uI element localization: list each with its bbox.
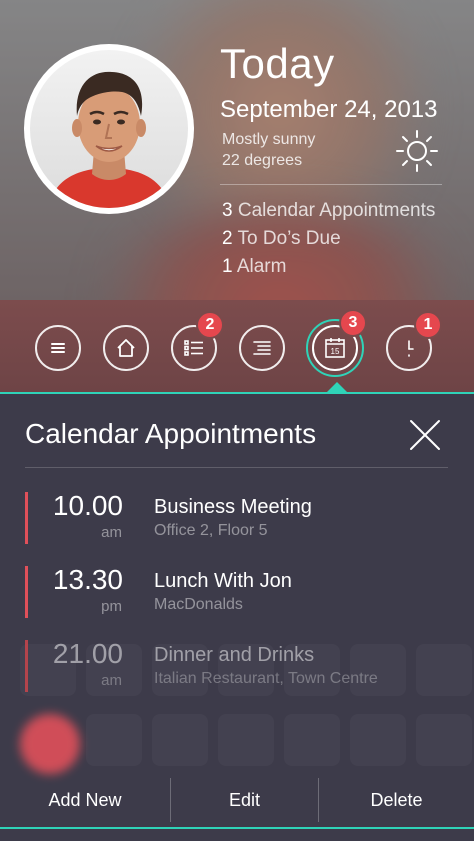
close-icon[interactable] xyxy=(408,418,442,452)
weather-temperature: 22 degrees xyxy=(222,152,303,169)
appointment-place: MacDonalds xyxy=(154,596,243,613)
todo-badge: 2 xyxy=(196,311,224,339)
appointment-ampm: am xyxy=(101,672,122,689)
summary-label: Alarm xyxy=(236,256,287,277)
appointment-title: Lunch With Jon xyxy=(154,570,292,592)
nav-menu-button[interactable] xyxy=(35,325,81,371)
appointment-item[interactable]: 13.30 pm Lunch With Jon MacDonalds xyxy=(25,564,445,618)
bottom-accent-line xyxy=(0,827,474,829)
sun-icon xyxy=(396,130,438,172)
alarm-badge: 1 xyxy=(414,311,442,339)
appointment-place: Office 2, Floor 5 xyxy=(154,522,268,539)
nav-home-button[interactable] xyxy=(103,325,149,371)
action-bar: Add New Edit Delete xyxy=(0,778,474,822)
nav-notes-button[interactable] xyxy=(239,325,285,371)
summary-count: 2 xyxy=(222,228,233,249)
appointments-panel: Calendar Appointments 10.00 am Business … xyxy=(0,394,474,841)
todo-list-icon xyxy=(184,340,203,356)
current-date: September 24, 2013 xyxy=(220,96,438,123)
calendar-day-number: 15 xyxy=(331,347,340,356)
appointment-time: 21.00 xyxy=(52,638,123,669)
menu-icon xyxy=(51,343,65,353)
appointment-title: Dinner and Drinks xyxy=(154,644,315,666)
appointment-title: Business Meeting xyxy=(154,496,312,518)
appointment-ampm: pm xyxy=(101,598,122,615)
panel-divider xyxy=(25,467,448,468)
active-indicator-arrow xyxy=(326,382,348,393)
summary-todos[interactable]: 2 To Do’s Due xyxy=(222,228,341,250)
calendar-badge: 3 xyxy=(339,309,367,337)
summary-label: To Do’s Due xyxy=(237,228,341,249)
summary-label: Calendar Appointments xyxy=(237,200,436,221)
summary-count: 3 xyxy=(222,200,233,221)
delete-button[interactable]: Delete xyxy=(319,778,474,822)
appointment-time: 10.00 xyxy=(52,490,123,521)
clock-icon xyxy=(408,340,414,357)
calendar-icon: 15 xyxy=(325,338,345,358)
weather-description: Mostly sunny xyxy=(222,131,316,148)
appointment-item[interactable]: 21.00 am Dinner and Drinks Italian Resta… xyxy=(25,638,445,692)
edit-button[interactable]: Edit xyxy=(171,778,318,822)
summary-alarms[interactable]: 1 Alarm xyxy=(222,256,286,278)
profile-photo xyxy=(30,50,188,208)
appointment-ampm: am xyxy=(101,524,122,541)
notes-icon xyxy=(253,341,271,355)
add-new-button[interactable]: Add New xyxy=(0,778,170,822)
summary-count: 1 xyxy=(222,256,233,277)
header-divider xyxy=(220,184,442,185)
avatar[interactable] xyxy=(24,44,194,214)
panel-title: Calendar Appointments xyxy=(25,418,317,449)
appointment-item[interactable]: 10.00 am Business Meeting Office 2, Floo… xyxy=(25,490,445,544)
page-title: Today xyxy=(220,40,335,87)
appointment-place: Italian Restaurant, Town Centre xyxy=(154,670,378,687)
home-icon xyxy=(117,339,135,357)
summary-appointments[interactable]: 3 Calendar Appointments xyxy=(222,200,435,222)
background-highlight xyxy=(20,714,80,774)
appointment-time: 13.30 xyxy=(52,564,123,595)
